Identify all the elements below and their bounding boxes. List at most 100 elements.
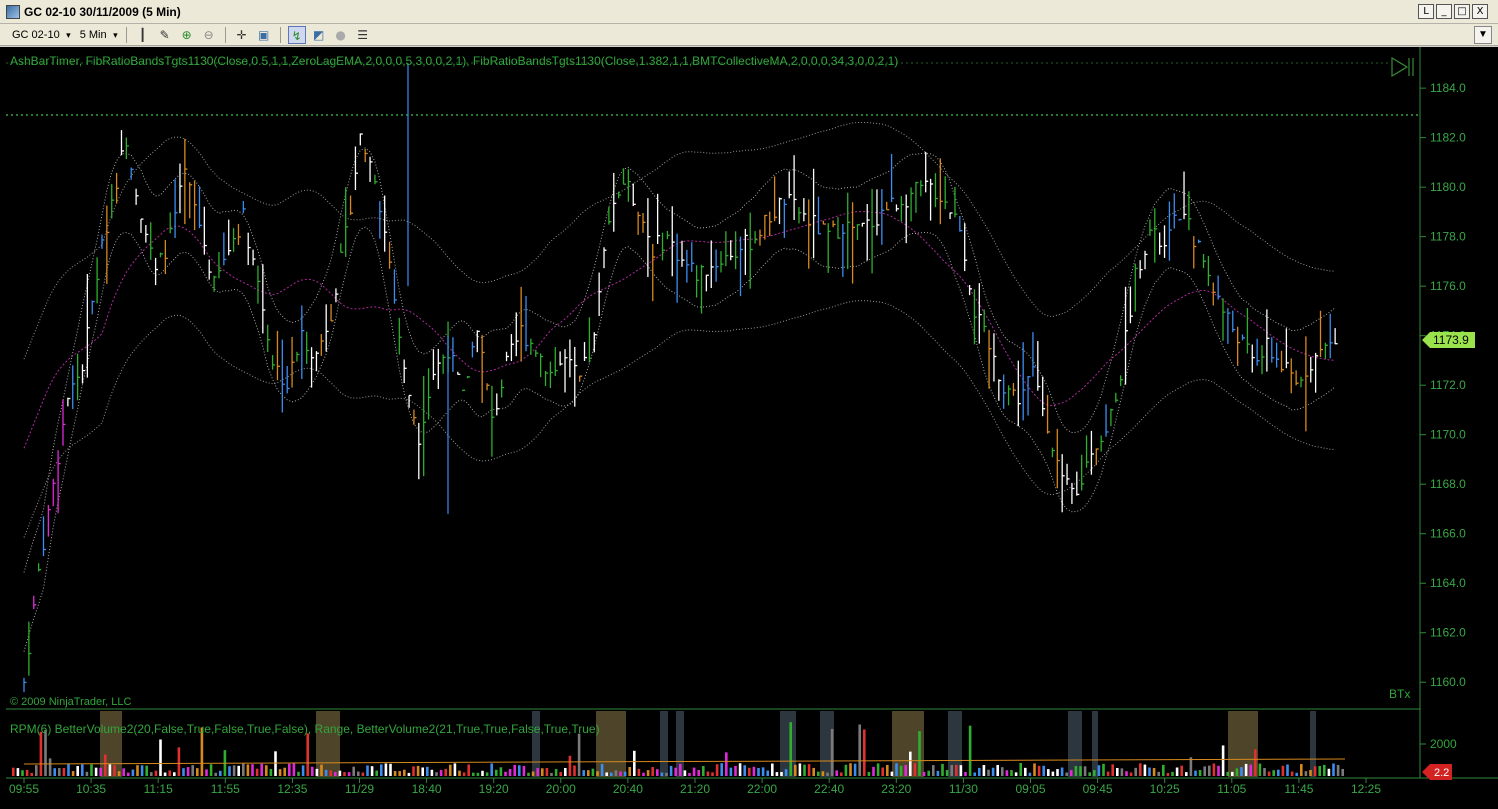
volume-bar	[1240, 767, 1243, 776]
panel-scroll-down-icon[interactable]: ▼	[1474, 26, 1492, 44]
volume-bar	[343, 772, 346, 776]
volume-bar	[366, 765, 369, 776]
volume-bar	[495, 769, 498, 776]
volume-bar	[219, 770, 222, 776]
zoom-in-icon[interactable]: ⊕	[178, 26, 196, 44]
volume-bar	[1281, 765, 1285, 776]
volume-bar	[518, 765, 521, 776]
volume-bar	[637, 768, 641, 776]
volume-bar	[462, 772, 466, 776]
x-tick-label: 10:25	[1150, 782, 1180, 796]
volume-bar	[536, 768, 539, 776]
strategies-icon[interactable]: ◩	[310, 26, 328, 44]
volume-bar	[242, 763, 245, 776]
properties-icon[interactable]: ▣	[255, 26, 273, 44]
x-tick-label: 22:40	[814, 782, 844, 796]
globe-icon[interactable]: ●	[332, 26, 350, 44]
volume-bar	[743, 765, 746, 776]
volume-bar	[94, 767, 98, 776]
volume-bar	[90, 764, 93, 776]
volume-bar	[177, 747, 181, 776]
close-button[interactable]: X	[1472, 4, 1488, 19]
indicators-icon[interactable]: ↯	[287, 25, 306, 44]
collapse-panel-icon[interactable]	[1391, 56, 1414, 78]
volume-bar	[1010, 770, 1013, 776]
outer-band-lower	[23, 300, 1336, 538]
volume-bar	[292, 763, 296, 776]
volume-bar	[531, 771, 535, 776]
volume-bar	[927, 770, 930, 776]
volume-bar	[481, 770, 484, 776]
volume-bar	[173, 772, 176, 776]
minimize-button[interactable]: _	[1436, 4, 1452, 19]
instrument-dropdown[interactable]: GC 02-10	[8, 26, 72, 44]
volume-bar	[117, 771, 121, 776]
volume-bar	[288, 763, 291, 776]
volume-bar	[76, 766, 79, 776]
bar-style-icon[interactable]: ┃	[134, 26, 152, 44]
y-tick-label: 1166.0	[1430, 527, 1466, 541]
volume-bar	[361, 772, 365, 776]
volume-bar	[522, 765, 526, 776]
volume-bar	[545, 767, 549, 776]
volume-bar	[605, 772, 608, 776]
volume-bar	[214, 772, 217, 776]
x-tick-label: 12:25	[1351, 782, 1381, 796]
volume-bar	[108, 764, 112, 776]
price-chart[interactable]: 1160.0 1162.0 1164.0 1166.0 1168.0 1170.0 1172…	[0, 47, 1498, 809]
x-tick-label: 18:40	[412, 782, 442, 796]
volume-bar	[771, 763, 774, 776]
maximize-button[interactable]: □	[1454, 4, 1470, 19]
volume-bar	[683, 770, 687, 776]
volume-bar	[1198, 770, 1202, 776]
volume-bar	[458, 770, 461, 776]
volume-bar	[858, 724, 861, 776]
volume-bar	[403, 769, 406, 776]
volume-bar	[1277, 769, 1280, 776]
crosshair-icon[interactable]: ✛	[233, 26, 251, 44]
volume-bar	[720, 763, 723, 776]
volume-bar	[246, 764, 250, 776]
volume-bar	[35, 765, 38, 776]
volume-bar	[789, 722, 792, 776]
volume-zone	[532, 711, 540, 777]
link-button[interactable]: L	[1418, 4, 1434, 19]
volume-bar	[1001, 767, 1004, 776]
volume-bar	[1194, 770, 1197, 776]
chart-area[interactable]: 1160.0 1162.0 1164.0 1166.0 1168.0 1170.0 1172…	[0, 47, 1498, 809]
data-box-icon[interactable]: ☰	[354, 26, 372, 44]
volume-bar	[127, 772, 130, 776]
toolbar-separator	[224, 26, 226, 43]
y-tick-label: 1170.0	[1430, 428, 1466, 442]
zoom-out-icon[interactable]: ⊖	[200, 26, 218, 44]
volume-bar	[472, 772, 475, 776]
volume-bar	[1014, 772, 1018, 776]
volume-bar	[58, 768, 61, 776]
indicator-label: AshBarTimer, FibRatioBandsTgts1130(Close…	[10, 54, 898, 68]
drawing-pencil-icon[interactable]: ✎	[156, 26, 174, 44]
price-badge: 1173.9	[1422, 332, 1475, 348]
volume-bar	[660, 772, 664, 776]
volume-bar	[798, 763, 802, 776]
volume-bar	[867, 771, 871, 776]
x-tick-label: 11:45	[1284, 782, 1313, 796]
volume-bar	[1037, 765, 1041, 776]
y-tick-label: 1164.0	[1430, 576, 1466, 590]
period-dropdown[interactable]: 5 Min	[76, 26, 119, 44]
volume-bar	[1226, 771, 1229, 776]
volume-bar	[1221, 745, 1225, 776]
volume-bar	[12, 767, 15, 776]
volume-bar	[131, 769, 135, 776]
volume-bar	[1263, 767, 1266, 776]
volume-bar	[1093, 770, 1096, 776]
volume-bar	[1134, 767, 1137, 776]
volume-bar	[849, 763, 852, 776]
volume-bar	[1125, 771, 1128, 776]
x-tick-label: 09:55	[9, 782, 39, 796]
volume-bar	[840, 772, 843, 776]
x-tick-label: 22:00	[747, 782, 777, 796]
volume-bar	[1060, 767, 1064, 776]
x-tick-label: 11:15	[144, 782, 173, 796]
y-tick-label: 1180.0	[1430, 180, 1466, 194]
volume-bar	[702, 766, 705, 776]
